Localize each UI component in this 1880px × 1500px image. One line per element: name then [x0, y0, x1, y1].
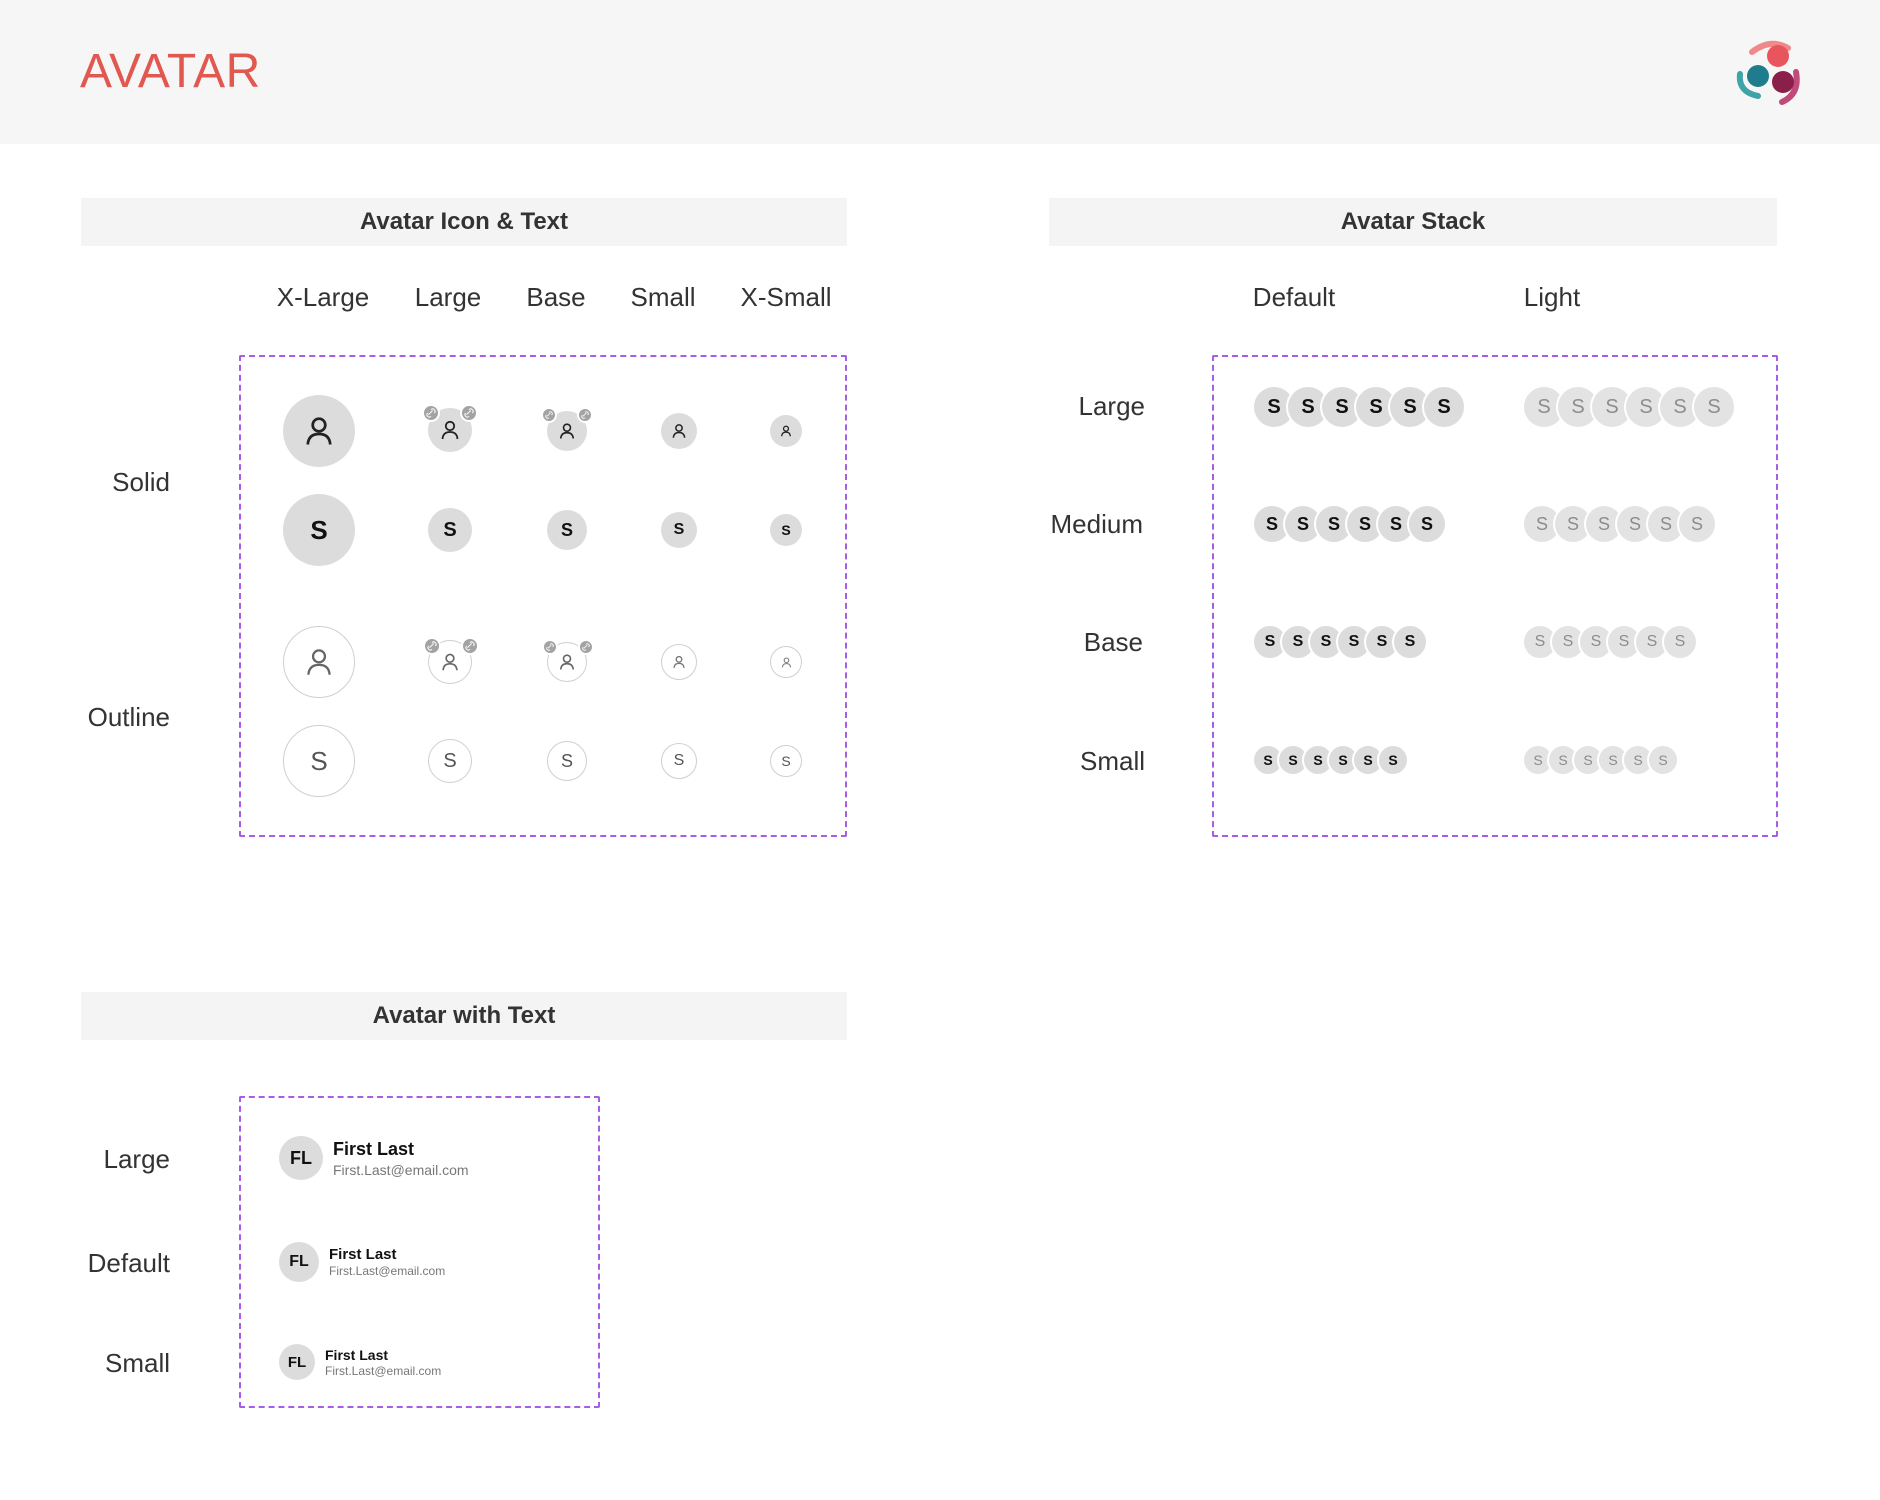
brand-logo-icon [1736, 40, 1800, 105]
avatar-outline-icon-xlarge[interactable] [283, 626, 355, 698]
column-label-small: Small [630, 282, 696, 312]
section-title-with-text: Avatar with Text [81, 992, 847, 1040]
user-email: First.Last@email.com [325, 1363, 442, 1378]
avatar-solid-icon-large[interactable] [422, 404, 478, 452]
page-header: AVATAR [0, 0, 1880, 144]
avatar-solid-icon-xlarge[interactable] [283, 395, 355, 467]
avatar-outline-initial-xlarge[interactable]: S [283, 725, 355, 797]
link-badge-left [542, 639, 558, 655]
avatar-stack-light-base[interactable]: S S S S S S [1522, 624, 1698, 660]
user-email: First.Last@email.com [333, 1161, 469, 1178]
user-icon [559, 423, 575, 439]
user-icon [307, 649, 331, 675]
user-icon [442, 653, 458, 671]
user-name: First Last [333, 1138, 415, 1159]
avatar[interactable]: FL [279, 1344, 315, 1380]
avatar-solid-icon-small[interactable] [661, 413, 697, 449]
column-label-default: Default [1252, 282, 1336, 312]
row-label-stack-medium: Medium [1050, 509, 1143, 539]
user-icon [673, 655, 685, 669]
link-icon [545, 411, 553, 419]
avatar-solid-icon-xsmall[interactable] [770, 415, 802, 447]
avatar-stack-light-medium[interactable]: S S S S S S [1522, 504, 1717, 544]
avatar-outline-initial-small[interactable]: S [661, 743, 697, 779]
stack-avatar[interactable]: S [1377, 744, 1409, 776]
avatar-stack-default-large[interactable]: S S S S S S [1252, 385, 1466, 429]
row-label-stack-small: Small [1079, 746, 1145, 776]
avatar-stack-default-base[interactable]: S S S S S S [1252, 624, 1428, 660]
user-email: First.Last@email.com [329, 1264, 446, 1278]
link-badge-left [423, 637, 441, 655]
link-badge-right [461, 637, 479, 655]
avatar[interactable]: FL [279, 1242, 319, 1282]
avatar-outline-icon-xsmall[interactable] [770, 646, 802, 678]
avatar-outline-initial-large[interactable]: S [428, 739, 472, 783]
user-icon [672, 424, 686, 438]
link-badge-right [578, 639, 594, 655]
link-icon [581, 411, 589, 419]
stack-avatar[interactable]: S [1677, 504, 1717, 544]
stack-avatar[interactable]: S [1422, 385, 1466, 429]
stack-avatar[interactable]: S [1407, 504, 1447, 544]
avatar-stack-default-medium[interactable]: S S S S S S [1252, 504, 1447, 544]
link-icon [582, 643, 590, 651]
user-icon [441, 420, 459, 440]
page-title: AVATAR [80, 45, 261, 98]
user-icon [781, 656, 791, 667]
user-icon [306, 417, 332, 445]
row-label-stack-base: Base [1083, 627, 1143, 657]
avatar-outline-icon-base[interactable] [542, 639, 594, 682]
avatar-solid-initial-small[interactable]: S [661, 512, 697, 548]
link-icon [465, 641, 475, 651]
stack-avatar[interactable]: S [1662, 624, 1698, 660]
stack-avatar[interactable]: S [1392, 624, 1428, 660]
row-label-awt-small: Small [104, 1348, 170, 1378]
column-label-base: Base [526, 282, 586, 312]
stack-avatar[interactable]: S [1647, 744, 1679, 776]
avatar[interactable]: FL [279, 1136, 323, 1180]
column-label-xlarge: X-Large [276, 282, 370, 312]
link-badge-left [422, 404, 440, 422]
avatar-stack-light-small[interactable]: S S S S S S [1522, 744, 1679, 776]
link-icon [426, 408, 436, 418]
row-label-outline: Outline [87, 702, 170, 732]
avatar-outline-initial-xsmall[interactable]: S [770, 745, 802, 777]
row-label-awt-default: Default [87, 1248, 170, 1278]
avatar-solid-icon-base[interactable] [541, 407, 593, 451]
avatar-stack-default-small[interactable]: S S S S S S [1252, 744, 1409, 776]
link-badge-left [541, 407, 557, 423]
avatar-with-text-small[interactable]: FL First Last First.Last@email.com [279, 1344, 441, 1380]
link-badge-right [577, 407, 593, 423]
row-label-awt-large: Large [103, 1144, 171, 1174]
avatar-solid-initial-base[interactable]: S [547, 510, 587, 550]
column-label-light: Light [1523, 282, 1581, 312]
user-name: First Last [325, 1346, 389, 1363]
avatar-outline-icon-small[interactable] [661, 644, 697, 680]
user-name: First Last [329, 1246, 397, 1263]
avatar-outline-initial-base[interactable]: S [547, 741, 587, 781]
link-badge-right [460, 404, 478, 422]
link-icon [546, 643, 554, 651]
avatar-with-text-large[interactable]: FL First Last First.Last@email.com [279, 1136, 469, 1180]
stack-avatar[interactable]: S [1692, 385, 1736, 429]
user-icon [780, 425, 792, 437]
user-icon [559, 654, 575, 670]
column-label-xsmall: X-Small [740, 282, 832, 312]
avatar-outline-icon-large[interactable] [423, 637, 479, 684]
section-title-stack: Avatar Stack [1049, 198, 1777, 246]
avatar-with-text-default[interactable]: FL First Last First.Last@email.com [279, 1242, 445, 1282]
avatar-solid-initial-large[interactable]: S [428, 508, 472, 552]
avatar-solid-initial-xsmall[interactable]: S [770, 514, 802, 546]
section-title-icon-text: Avatar Icon & Text [81, 198, 847, 246]
link-icon [464, 408, 474, 418]
row-label-solid: Solid [112, 467, 170, 497]
avatar-solid-initial-xlarge[interactable]: S [283, 494, 355, 566]
row-label-stack-large: Large [1078, 391, 1146, 421]
link-icon [427, 641, 437, 651]
avatar-stack-light-large[interactable]: S S S S S S [1522, 385, 1736, 429]
column-label-large: Large [414, 282, 482, 312]
